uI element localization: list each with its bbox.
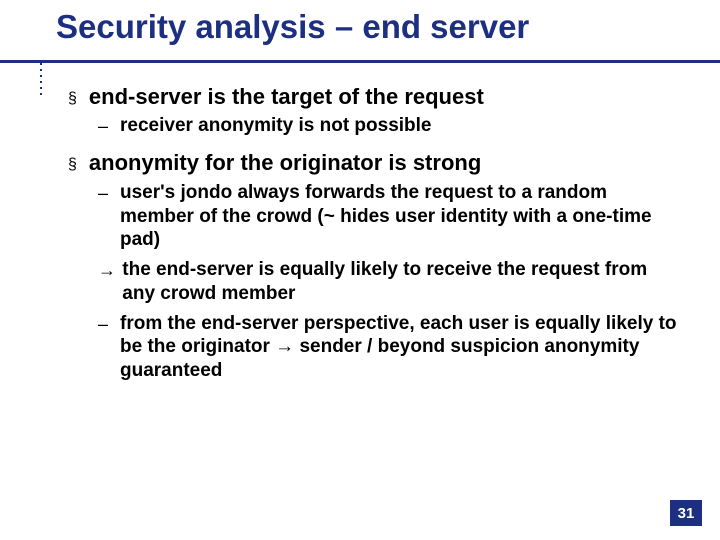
bullet-level2: → the end-server is equally likely to re… — [98, 258, 680, 306]
page-title: Security analysis – end server — [56, 8, 720, 46]
bullet-text: anonymity for the originator is strong — [89, 150, 481, 176]
bullet-text: receiver anonymity is not possible — [120, 114, 432, 138]
bullet-marker: § — [68, 152, 77, 178]
bullet-level2: – user's jondo always forwards the reque… — [98, 181, 680, 252]
bullet-marker: – — [98, 181, 110, 252]
bullet-text: from the end-server perspective, each us… — [120, 312, 680, 383]
title-underline — [0, 60, 720, 63]
bullet-marker: – — [98, 312, 110, 383]
bullet-level2: – receiver anonymity is not possible — [98, 114, 680, 138]
title-area: Security analysis – end server — [0, 0, 720, 46]
bullet-level1: § anonymity for the originator is strong — [68, 150, 680, 176]
decorative-dots — [40, 63, 42, 95]
bullet-text: user's jondo always forwards the request… — [120, 181, 680, 252]
bullet-text: end-server is the target of the request — [89, 84, 484, 110]
content-area: § end-server is the target of the reques… — [68, 84, 680, 389]
page-number: 31 — [678, 505, 695, 522]
arrow-icon: → — [98, 258, 112, 306]
bullet-marker: – — [98, 114, 110, 138]
slide: Security analysis – end server § end-ser… — [0, 0, 720, 540]
bullet-text: the end-server is equally likely to rece… — [122, 258, 680, 306]
bullet-level1: § end-server is the target of the reques… — [68, 84, 680, 110]
page-number-badge: 31 — [670, 500, 702, 526]
bullet-marker: § — [68, 86, 77, 112]
bullet-level2: – from the end-server perspective, each … — [98, 312, 680, 383]
